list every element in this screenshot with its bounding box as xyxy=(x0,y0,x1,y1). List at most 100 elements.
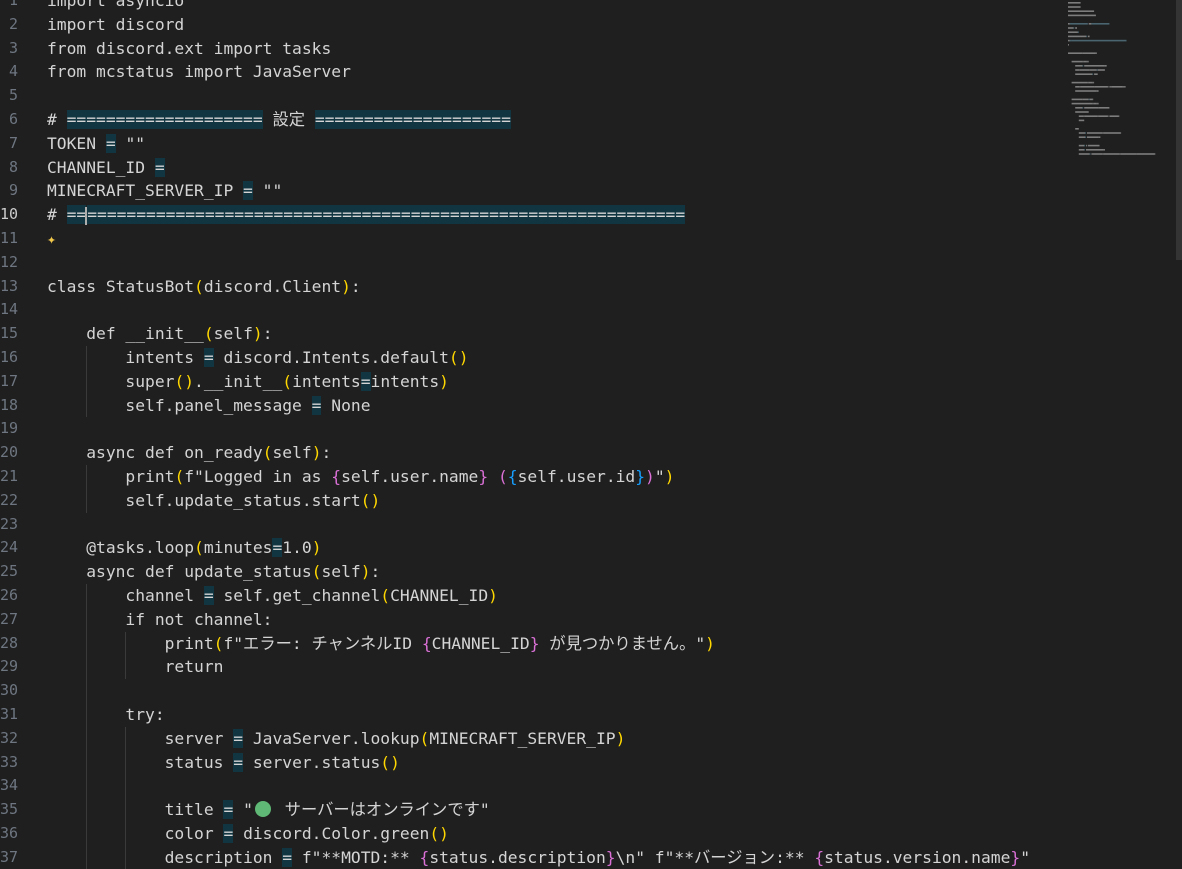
code-text[interactable]: TOKEN = "" xyxy=(47,132,145,156)
code-line[interactable]: 5 xyxy=(0,84,1070,108)
bracket-token: { xyxy=(507,466,518,486)
code-token: self xyxy=(213,324,253,344)
code-line[interactable]: 28 print(f"エラー: チャンネルID {CHANNEL_ID} が見つ… xyxy=(0,631,1070,656)
minimap-line xyxy=(1099,107,1109,109)
vertical-scrollbar-thumb[interactable] xyxy=(1176,0,1182,260)
sparkle-icon[interactable]: ✦ xyxy=(47,230,56,248)
code-line[interactable]: 3 from discord.ext import tasks xyxy=(0,37,1070,61)
code-text[interactable]: async def update_status(self): xyxy=(47,560,380,584)
code-text[interactable]: def __init__(self): xyxy=(47,322,273,346)
code-text[interactable]: print(f"エラー: チャンネルID {CHANNEL_ID} が見つかりま… xyxy=(47,632,715,656)
highlighted-token: = xyxy=(311,395,322,415)
code-line[interactable]: 22 self.update_status.start() xyxy=(0,488,1070,513)
code-line[interactable]: 21 print(f"Logged in as {self.user.name}… xyxy=(0,464,1070,489)
code-text[interactable]: import discord xyxy=(47,13,184,37)
minimap-line xyxy=(1071,81,1088,84)
code-line[interactable]: 29 return xyxy=(0,655,1070,680)
code-editor[interactable]: 1 import asyncio 2 import discord 3 from disc… xyxy=(0,0,1070,869)
code-line[interactable]: 14 xyxy=(0,298,1070,322)
code-text[interactable]: if not channel: xyxy=(47,608,272,632)
code-line[interactable]: 15 def __init__(self): xyxy=(0,322,1070,346)
code-text[interactable]: # ======================================… xyxy=(47,203,686,227)
code-line[interactable]: 17 super().__init__(intents=intents) xyxy=(0,369,1070,394)
code-line[interactable]: 26 channel = self.get_channel(CHANNEL_ID… xyxy=(0,583,1070,608)
minimap-line xyxy=(1068,14,1096,17)
code-line[interactable]: 37 description = f"**MOTD:** {status.des… xyxy=(0,845,1070,869)
code-token: # xyxy=(47,109,67,129)
code-text[interactable]: server = JavaServer.lookup(MINECRAFT_SER… xyxy=(47,727,625,751)
code-text[interactable]: self.panel_message = None xyxy=(47,394,371,418)
line-number: 14 xyxy=(0,300,18,319)
code-text[interactable]: super().__init__(intents=intents) xyxy=(47,370,449,394)
code-line[interactable]: 1 import asyncio xyxy=(0,0,1070,13)
code-line[interactable]: 36 color = discord.Color.green() xyxy=(0,821,1070,846)
code-text[interactable]: CHANNEL_ID = xyxy=(47,156,165,180)
code-text[interactable]: MINECRAFT_SERVER_IP = "" xyxy=(47,179,282,203)
code-line[interactable]: 10 # ====================================… xyxy=(0,203,1070,227)
minimap-line xyxy=(1089,153,1091,155)
code-token: MINECRAFT_SERVER_IP xyxy=(47,181,244,201)
code-text[interactable]: @tasks.loop(minutes=1.0) xyxy=(47,536,322,560)
code-line[interactable]: 27 if not channel: xyxy=(0,607,1070,632)
code-line[interactable]: 8 CHANNEL_ID = xyxy=(0,156,1070,180)
code-token: " xyxy=(1020,847,1030,867)
code-line[interactable]: 31 try: xyxy=(0,702,1070,727)
code-text[interactable]: ✦ xyxy=(47,227,56,252)
code-token: CHANNEL_ID xyxy=(431,633,530,653)
code-line[interactable]: 4 from mcstatus import JavaServer xyxy=(0,60,1070,84)
code-text[interactable]: try: xyxy=(47,703,164,727)
minimap-line xyxy=(1111,86,1122,88)
minimap-line xyxy=(1089,98,1093,101)
code-line[interactable]: 7 TOKEN = "" xyxy=(0,132,1070,156)
code-text[interactable]: from discord.ext import tasks xyxy=(47,37,331,61)
minimap-line xyxy=(1071,102,1093,105)
line-number: 27 xyxy=(0,609,18,628)
bracket-token: ) xyxy=(488,585,498,605)
highlighted-token: = xyxy=(154,157,165,177)
code-line[interactable]: 11 ✦ xyxy=(0,227,1070,251)
code-token: self xyxy=(272,443,312,463)
code-line[interactable]: 12 xyxy=(0,251,1070,275)
code-line[interactable]: 13 class StatusBot(discord.Client): xyxy=(0,275,1070,299)
code-text[interactable]: title = " サーバーはオンラインです" xyxy=(47,798,490,822)
code-text[interactable]: import asyncio xyxy=(47,0,184,13)
code-text[interactable]: async def on_ready(self): xyxy=(47,441,331,465)
bracket-token: ( xyxy=(380,585,391,605)
code-text[interactable]: color = discord.Color.green() xyxy=(47,822,449,846)
code-line[interactable]: 19 xyxy=(0,417,1070,441)
code-line[interactable]: 2 import discord xyxy=(0,13,1070,37)
code-text[interactable]: return xyxy=(47,655,224,679)
code-text[interactable]: class StatusBot(discord.Client): xyxy=(47,275,361,299)
code-text[interactable]: self.update_status.start() xyxy=(47,489,380,513)
code-text[interactable]: print(f"Logged in as {self.user.name} ({… xyxy=(47,465,674,489)
code-token: self.user.id xyxy=(517,466,636,486)
code-line[interactable]: 18 self.panel_message = None xyxy=(0,393,1070,418)
code-text[interactable]: intents = discord.Intents.default() xyxy=(47,346,469,370)
code-line[interactable]: 25 async def update_status(self): xyxy=(0,560,1070,584)
minimap[interactable] xyxy=(1066,0,1170,860)
code-text[interactable]: channel = self.get_channel(CHANNEL_ID) xyxy=(47,584,498,608)
code-line[interactable]: 9 MINECRAFT_SERVER_IP = "" xyxy=(0,179,1070,203)
indent-guide xyxy=(86,679,88,703)
code-line[interactable]: 23 xyxy=(0,513,1070,537)
highlighted-token: = xyxy=(223,800,234,820)
minimap-line xyxy=(1091,153,1103,155)
code-text[interactable]: from mcstatus import JavaServer xyxy=(47,60,351,84)
code-line[interactable]: 34 xyxy=(0,774,1070,799)
code-text[interactable]: description = f"**MOTD:** {status.descri… xyxy=(47,846,1030,869)
code-line[interactable]: 20 async def on_ready(self): xyxy=(0,441,1070,465)
code-line[interactable]: 32 server = JavaServer.lookup(MINECRAFT_… xyxy=(0,726,1070,751)
code-line[interactable]: 24 @tasks.loop(minutes=1.0) xyxy=(0,536,1070,560)
code-text[interactable]: status = server.status() xyxy=(47,751,400,775)
code-line[interactable]: 30 xyxy=(0,679,1070,703)
code-token: : xyxy=(262,324,273,344)
code-line[interactable]: 6 # ==================== 設定 =============… xyxy=(0,108,1070,132)
minimap-line xyxy=(1079,86,1081,88)
code-line[interactable]: 33 status = server.status() xyxy=(0,750,1070,775)
code-token: MINECRAFT_SERVER_IP xyxy=(429,728,616,748)
code-line[interactable]: 16 intents = discord.Intents.default() xyxy=(0,345,1070,370)
highlighted-token: = xyxy=(233,752,244,772)
code-line[interactable]: 35 title = " サーバーはオンラインです" xyxy=(0,798,1070,822)
code-text[interactable]: # ==================== 設定 ==============… xyxy=(47,108,511,132)
minimap-line xyxy=(1068,44,1069,46)
